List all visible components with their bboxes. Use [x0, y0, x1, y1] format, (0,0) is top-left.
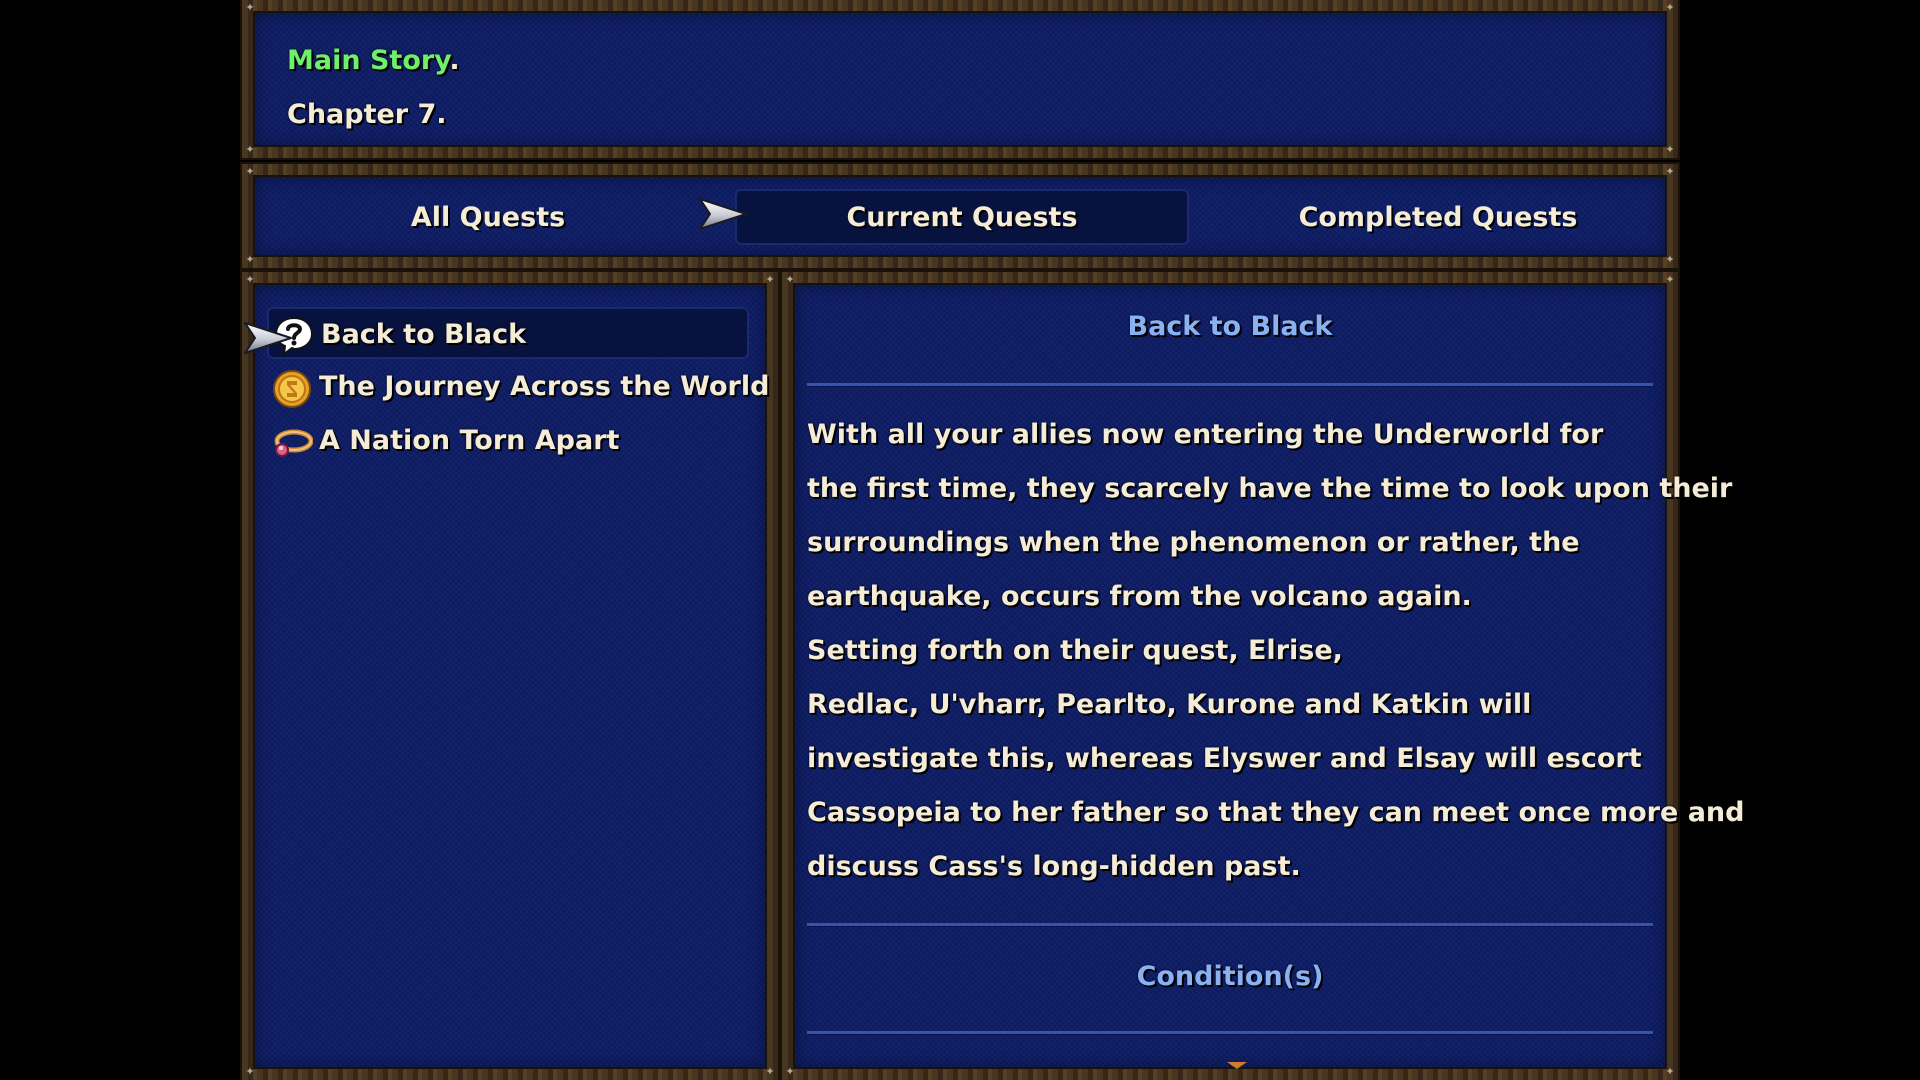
quest-list-item-journey-across-world[interactable]: The Journey Across the World — [267, 361, 769, 413]
quest-list-item-nation-torn-apart[interactable]: A Nation Torn Apart — [267, 415, 749, 467]
frame-corner-ornament: ✦ — [765, 1065, 775, 1078]
quest-description-line: investigate this, whereas Elyswer and El… — [807, 743, 1642, 774]
divider — [807, 1031, 1653, 1034]
quest-label: The Journey Across the World — [319, 371, 770, 402]
frame-corner-ornament: ✦ — [1665, 253, 1675, 266]
jeweled-ring-icon — [274, 429, 313, 457]
frame-corner-ornament: ✦ — [1665, 165, 1675, 178]
frame-corner-ornament: ✦ — [1665, 273, 1675, 286]
quest-description-line: Redlac, U'vharr, Pearlto, Kurone and Kat… — [807, 689, 1532, 720]
quest-description-line: surroundings when the phenomenon or rath… — [807, 527, 1580, 558]
pointer-cursor-icon — [699, 198, 747, 230]
frame-corner-ornament: ✦ — [1665, 1065, 1675, 1078]
frame-corner-ornament: ✦ — [1665, 143, 1675, 156]
tab-all-quests[interactable]: All Quests — [263, 189, 713, 245]
quest-label: Back to Black — [321, 319, 527, 350]
tab-label: All Quests — [410, 201, 566, 233]
frame-corner-ornament: ✦ — [1665, 1, 1675, 14]
quest-list-item-back-to-black[interactable]: Back to Black — [267, 307, 749, 359]
main-story-label: Main Story. — [287, 45, 460, 76]
pointer-cursor-icon — [244, 322, 292, 354]
frame-corner-ornament: ✦ — [245, 143, 255, 156]
quest-detail-title: Back to Black — [1127, 311, 1333, 342]
quest-filter-tabs: All Quests Current Quests Completed Ques… — [242, 164, 1678, 268]
tab-current-quests[interactable]: Current Quests — [735, 189, 1189, 245]
quest-description-line: discuss Cass's long-hidden past. — [807, 851, 1301, 882]
chapter-label: Chapter 7. — [287, 99, 447, 130]
tab-label: Completed Quests — [1298, 201, 1578, 233]
story-label-text: Main Story — [287, 45, 450, 76]
tab-completed-quests[interactable]: Completed Quests — [1203, 189, 1673, 245]
game-screen: Main Story. Chapter 7. ✦ ✦ ✦ ✦ All Quest… — [0, 0, 1920, 1080]
story-label-suffix: . — [449, 45, 460, 76]
frame-corner-ornament: ✦ — [245, 253, 255, 266]
quest-description-line: Cassopeia to her father so that they can… — [807, 797, 1745, 828]
quest-description-line: earthquake, occurs from the volcano agai… — [807, 581, 1472, 612]
quest-description-line: Setting forth on their quest, Elrise, — [807, 635, 1343, 666]
tab-label: Current Quests — [846, 201, 1078, 233]
quest-detail-panel: Back to Black With all your allies now e… — [782, 272, 1744, 1080]
frame-corner-ornament: ✦ — [785, 273, 795, 286]
divider — [807, 383, 1653, 386]
frame-corner-ornament: ✦ — [245, 165, 255, 178]
frame-corner-ornament: ✦ — [245, 1065, 255, 1078]
frame-corner-ornament: ✦ — [245, 273, 255, 286]
quest-description-line: With all your allies now entering the Un… — [807, 419, 1604, 450]
quest-list-panel: Back to Black The Journey Across the Wor… — [242, 272, 778, 1080]
gold-coin-icon — [273, 370, 311, 408]
quest-description-line: the first time, they scarcely have the t… — [807, 473, 1733, 504]
scroll-down-arrow-icon[interactable] — [1227, 1062, 1247, 1069]
divider — [807, 923, 1653, 926]
quest-label: A Nation Torn Apart — [319, 425, 620, 456]
frame-corner-ornament: ✦ — [765, 273, 775, 286]
frame-corner-ornament: ✦ — [245, 1, 255, 14]
frame-corner-ornament: ✦ — [785, 1065, 795, 1078]
story-header-panel: Main Story. Chapter 7. ✦ ✦ ✦ ✦ — [242, 0, 1678, 158]
conditions-heading: Condition(s) — [1136, 961, 1324, 992]
